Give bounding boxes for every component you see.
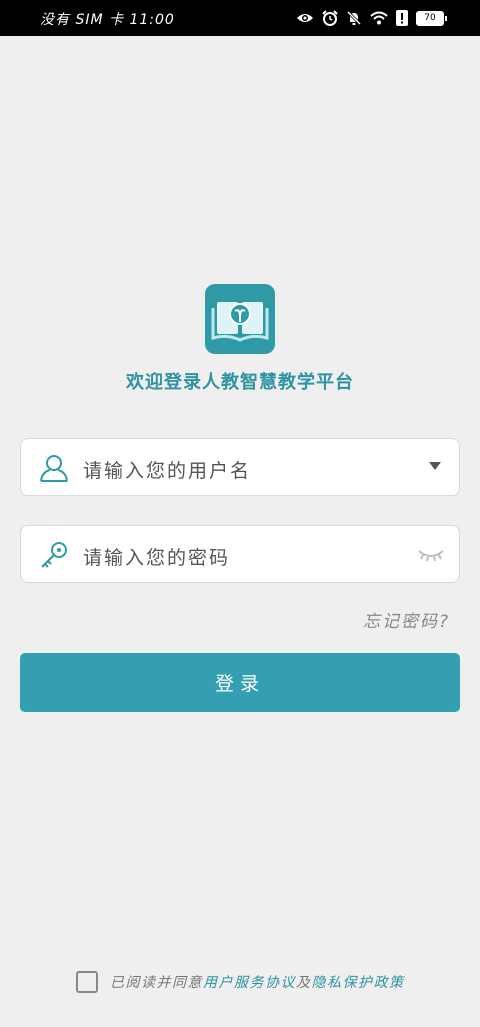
app-logo	[205, 284, 275, 354]
eye-closed-icon[interactable]	[417, 547, 445, 563]
forgot-password-link[interactable]: 忘记密码?	[363, 607, 450, 632]
agree-prefix: 已阅读并同意	[110, 975, 203, 991]
key-icon	[41, 542, 67, 568]
username-input[interactable]: 请输入您的用户名	[83, 456, 251, 483]
alarm-icon	[322, 10, 338, 26]
status-icons: 70	[296, 8, 447, 28]
mute-bell-icon	[346, 10, 362, 26]
username-field[interactable]: 请输入您的用户名	[20, 438, 460, 496]
password-input[interactable]: 请输入您的密码	[83, 543, 230, 570]
user-icon	[40, 455, 68, 482]
eye-icon	[297, 14, 313, 22]
agree-checkbox[interactable]	[76, 971, 98, 993]
dropdown-arrow-icon[interactable]	[429, 462, 441, 470]
login-button[interactable]: 登录	[20, 653, 460, 712]
status-carrier-time: 没有 SIM 卡 11:00	[40, 12, 175, 28]
wifi-icon	[370, 11, 388, 25]
password-field[interactable]: 请输入您的密码	[20, 525, 460, 583]
welcome-title: 欢迎登录人教智慧教学平台	[126, 372, 354, 393]
status-bar: 没有 SIM 卡 11:00 70	[0, 0, 480, 36]
battery-icon: 70	[416, 10, 447, 26]
user-agreement-link[interactable]: 用户服务协议	[203, 972, 296, 992]
agree-join: 及	[296, 975, 312, 991]
privacy-policy-link[interactable]: 隐私保护政策	[312, 972, 405, 992]
alert-icon	[396, 10, 408, 26]
book-leaf-logo-icon	[211, 302, 269, 342]
agreement-row: 已阅读并同意 用户服务协议 及 隐私保护政策	[76, 969, 405, 995]
